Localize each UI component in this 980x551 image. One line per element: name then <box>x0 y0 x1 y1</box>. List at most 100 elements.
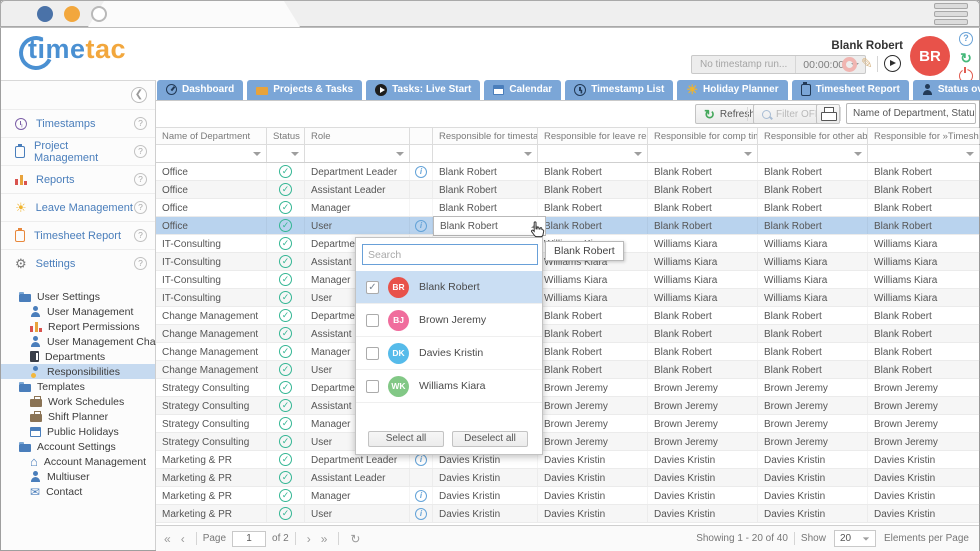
cell-responsible[interactable]: Blank Robert <box>648 199 758 216</box>
chevron-down-icon[interactable] <box>291 152 299 156</box>
column-header-responsible-for-other-abse[interactable]: Responsible for other abse... <box>758 128 868 144</box>
cell-responsible[interactable]: Williams Kiara <box>758 253 868 270</box>
cell-responsible[interactable]: Williams Kiara <box>868 235 980 252</box>
cell-responsible[interactable]: Davies Kristin <box>538 487 648 504</box>
tree-item-public-holidays[interactable]: Public Holidays <box>1 424 155 439</box>
cell-responsible[interactable]: Blank Robert <box>538 181 648 198</box>
cell-responsible[interactable]: Davies Kristin <box>758 469 868 486</box>
cell-responsible[interactable]: Williams Kiara <box>758 235 868 252</box>
cell-responsible[interactable]: Blank Robert <box>868 361 980 378</box>
column-filter[interactable] <box>267 145 305 162</box>
tree-item-templates[interactable]: Templates <box>1 379 155 394</box>
help-icon[interactable]: ? <box>134 257 147 270</box>
cell-responsible[interactable]: Williams Kiara <box>648 289 758 306</box>
sidebar-item-reports[interactable]: Reports? <box>1 165 155 193</box>
cell-responsible[interactable]: Brown Jeremy <box>648 379 758 396</box>
chevron-down-icon[interactable] <box>253 152 261 156</box>
user-option-blank-robert[interactable]: ✓BRBlank Robert <box>356 271 542 304</box>
cell-responsible[interactable]: Davies Kristin <box>648 451 758 468</box>
cell-responsible[interactable]: Brown Jeremy <box>868 415 980 432</box>
help-icon[interactable]: ? <box>959 32 973 46</box>
tab-status-overview[interactable]: Status overview <box>913 80 980 100</box>
tree-item-report-permissions[interactable]: Report Permissions <box>1 319 155 334</box>
print-button[interactable] <box>816 104 840 124</box>
last-page-icon[interactable]: » <box>321 532 328 546</box>
column-filter[interactable] <box>433 145 538 162</box>
cell-responsible[interactable]: Blank Robert <box>433 199 538 216</box>
user-option-davies-kristin[interactable]: DKDavies Kristin <box>356 337 542 370</box>
tree-item-work-schedules[interactable]: Work Schedules <box>1 394 155 409</box>
help-icon[interactable]: ? <box>134 145 147 158</box>
cell-responsible[interactable]: Blank Robert <box>868 163 980 180</box>
user-option-brown-jeremy[interactable]: BJBrown Jeremy <box>356 304 542 337</box>
tree-item-multiuser[interactable]: Multiuser <box>1 469 155 484</box>
column-filter[interactable] <box>868 145 980 162</box>
timestamp-widget[interactable]: No timestamp run... 00:00:00 <box>691 55 866 74</box>
table-row[interactable]: Office✓Department LeaderiBlank RobertBla… <box>156 163 979 181</box>
cell-responsible[interactable]: Williams Kiara <box>538 271 648 288</box>
tree-item-contact[interactable]: ✉Contact <box>1 484 155 499</box>
table-row[interactable]: Strategy Consulting✓Department LeaderBro… <box>156 379 979 397</box>
cell-responsible[interactable]: Blank Robert <box>648 343 758 360</box>
column-header-responsible-for-comp-time[interactable]: Responsible for comp time ... <box>648 128 758 144</box>
sidebar-collapse-icon[interactable]: ❮ <box>131 87 147 103</box>
cell-responsible[interactable]: Brown Jeremy <box>648 397 758 414</box>
cell-responsible[interactable]: Blank Robert <box>538 199 648 216</box>
checkbox[interactable] <box>366 314 379 327</box>
table-row[interactable]: Marketing & PR✓Department LeaderiDavies … <box>156 451 979 469</box>
column-filter[interactable] <box>758 145 868 162</box>
table-row[interactable]: Office✓Assistant LeaderBlank RobertBlank… <box>156 181 979 199</box>
column-header-role[interactable]: Role <box>305 128 410 144</box>
column-filter[interactable] <box>648 145 758 162</box>
cell-responsible[interactable]: Brown Jeremy <box>758 433 868 450</box>
chevron-down-icon[interactable] <box>524 152 532 156</box>
cell-responsible[interactable]: Davies Kristin <box>868 451 980 468</box>
cell-responsible[interactable]: Blank Robert <box>433 181 538 198</box>
prev-page-icon[interactable]: ‹ <box>181 532 185 546</box>
cell-responsible[interactable]: Davies Kristin <box>758 505 868 522</box>
stop-timer-icon[interactable] <box>842 57 857 72</box>
cell-responsible[interactable]: Davies Kristin <box>538 469 648 486</box>
tree-item-shift-planner[interactable]: Shift Planner <box>1 409 155 424</box>
cell-responsible[interactable]: Davies Kristin <box>538 505 648 522</box>
sort-columns-select[interactable]: Name of Department, Statu <box>846 103 976 124</box>
cell-responsible[interactable]: Blank Robert <box>538 307 648 324</box>
table-row[interactable]: Change Management✓Assistant LeaderBlank … <box>156 325 979 343</box>
next-page-icon[interactable]: › <box>307 532 311 546</box>
cell-responsible[interactable]: Blank Robert <box>758 325 868 342</box>
column-header-name-of-department[interactable]: Name of Department <box>156 128 267 144</box>
start-timer-button[interactable] <box>884 55 901 72</box>
chevron-down-icon[interactable] <box>634 152 642 156</box>
chevron-down-icon[interactable] <box>396 152 404 156</box>
cell-responsible[interactable]: Williams Kiara <box>868 289 980 306</box>
tree-item-departments[interactable]: Departments <box>1 349 155 364</box>
cell-responsible[interactable]: Brown Jeremy <box>538 397 648 414</box>
column-header-responsible-for-timesheet[interactable]: Responsible for »Timesheet... <box>868 128 980 144</box>
sidebar-item-leave-management[interactable]: ☀Leave Management? <box>1 193 155 221</box>
table-row[interactable]: Office✓ManagerBlank RobertBlank RobertBl… <box>156 199 979 217</box>
cell-responsible[interactable]: Williams Kiara <box>868 253 980 270</box>
tree-item-user-management-changelog[interactable]: User Management Changelog <box>1 334 155 349</box>
cell-responsible[interactable]: Brown Jeremy <box>538 433 648 450</box>
menu-icon[interactable] <box>934 3 970 27</box>
avatar[interactable]: BR <box>910 36 950 76</box>
chevron-down-icon[interactable] <box>744 152 752 156</box>
table-row[interactable]: Strategy Consulting✓UserBrown JeremyBrow… <box>156 433 979 451</box>
first-page-icon[interactable]: « <box>164 532 171 546</box>
help-icon[interactable]: ? <box>134 229 147 242</box>
help-icon[interactable]: ? <box>134 173 147 186</box>
cell-responsible[interactable]: Williams Kiara <box>758 289 868 306</box>
cell-responsible[interactable]: Davies Kristin <box>868 505 980 522</box>
cell-responsible[interactable]: Davies Kristin <box>433 505 538 522</box>
cell-responsible[interactable]: Brown Jeremy <box>538 415 648 432</box>
search-input[interactable]: Search <box>362 244 538 265</box>
cell-responsible[interactable]: Blank Robert <box>868 325 980 342</box>
column-header-info[interactable] <box>410 128 433 144</box>
cell-responsible[interactable]: Brown Jeremy <box>758 397 868 414</box>
cell-responsible[interactable]: Blank Robert <box>538 163 648 180</box>
cell-responsible[interactable]: Davies Kristin <box>758 451 868 468</box>
table-row[interactable]: Strategy Consulting✓ManagerBrown JeremyB… <box>156 415 979 433</box>
cell-responsible[interactable]: Davies Kristin <box>538 451 648 468</box>
info-icon[interactable]: i <box>415 490 427 502</box>
cell-responsible[interactable]: Blank Robert <box>758 199 868 216</box>
